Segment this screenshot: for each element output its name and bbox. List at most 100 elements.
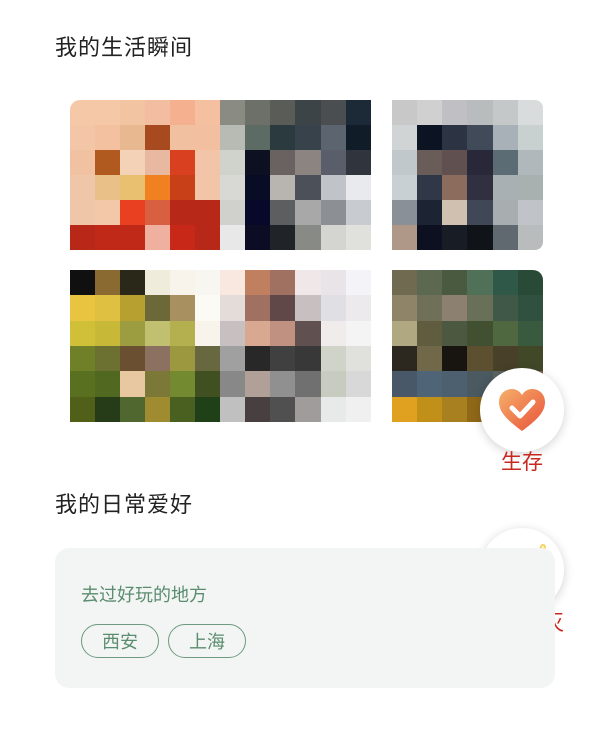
pixel-cell	[195, 175, 220, 200]
pixel-cell	[345, 320, 371, 346]
pixel-cell	[120, 225, 145, 250]
pixel-cell	[345, 100, 371, 125]
pixel-cell	[270, 396, 296, 422]
pixel-cell	[442, 371, 468, 397]
pixel-cell	[95, 270, 120, 296]
pixel-cell	[417, 396, 443, 422]
pixel-cell	[442, 396, 468, 422]
pixel-cell	[467, 320, 493, 346]
pixel-cell	[417, 200, 443, 225]
pixel-cell	[270, 320, 296, 346]
pixel-cell	[120, 320, 145, 346]
pixel-cell	[492, 345, 518, 372]
pixel-cell	[392, 345, 418, 372]
pixel-cell	[120, 371, 145, 397]
pixel-cell	[442, 100, 468, 125]
pixel-cell	[345, 150, 371, 175]
pixel-cell	[270, 371, 296, 397]
pixel-cell	[170, 150, 195, 175]
pixel-cell	[295, 371, 321, 397]
pixel-cell	[70, 345, 95, 372]
photo-1[interactable]	[70, 100, 220, 250]
pixel-cell	[145, 295, 170, 321]
pixel-cell	[95, 371, 120, 397]
pixel-cell	[295, 100, 321, 125]
pixel-cell	[517, 295, 543, 321]
pixel-cell	[417, 150, 443, 175]
pixel-cell	[517, 320, 543, 346]
pixel-cell	[392, 150, 418, 175]
pixel-cell	[145, 345, 170, 372]
pixel-cell	[195, 150, 220, 175]
pixel-cell	[517, 100, 543, 125]
pixel-cell	[195, 295, 220, 321]
pixel-cell	[245, 200, 271, 225]
pixel-cell	[245, 225, 271, 250]
pixel-cell	[245, 396, 271, 422]
pixel-cell	[220, 320, 246, 346]
pixel-cell	[320, 295, 346, 321]
photo-5[interactable]	[220, 270, 371, 422]
pixel-cell	[195, 396, 220, 422]
pixel-cell	[345, 371, 371, 397]
photo-4[interactable]	[70, 270, 220, 422]
pixel-cell	[195, 100, 220, 125]
pixel-cell	[492, 320, 518, 346]
pixel-cell	[442, 345, 468, 372]
pixel-cell	[220, 295, 246, 321]
pixel-cell	[95, 396, 120, 422]
pixel-cell	[417, 100, 443, 125]
pixel-cell	[145, 125, 170, 150]
photo-3[interactable]	[392, 100, 543, 250]
place-tag-shanghai[interactable]: 上海	[168, 624, 246, 658]
pixel-cell	[95, 345, 120, 372]
pixel-cell	[120, 270, 145, 296]
pixel-cell	[145, 100, 170, 125]
pixel-cell	[145, 225, 170, 250]
pixel-cell	[417, 295, 443, 321]
pixel-cell	[295, 270, 321, 296]
pixel-cell	[70, 396, 95, 422]
pixel-cell	[392, 396, 418, 422]
place-tag-xian[interactable]: 西安	[81, 624, 159, 658]
pixel-cell	[392, 371, 418, 397]
pixel-cell	[417, 175, 443, 200]
pixel-cell	[442, 150, 468, 175]
pixel-cell	[467, 295, 493, 321]
pixel-cell	[245, 320, 271, 346]
pixel-cell	[95, 100, 120, 125]
pixel-cell	[170, 371, 195, 397]
photo-2[interactable]	[220, 100, 371, 250]
pixel-cell	[245, 150, 271, 175]
pixel-cell	[417, 225, 443, 250]
pixel-cell	[270, 150, 296, 175]
pixel-cell	[70, 320, 95, 346]
daily-hobbies-title: 我的日常爱好	[55, 493, 194, 518]
pixel-cell	[220, 125, 246, 150]
pixel-cell	[517, 270, 543, 296]
pixel-cell	[442, 320, 468, 346]
pixel-cell	[517, 200, 543, 225]
pixel-cell	[170, 345, 195, 372]
pixel-cell	[492, 150, 518, 175]
pixel-cell	[120, 175, 145, 200]
pixel-cell	[220, 371, 246, 397]
pixel-cell	[295, 125, 321, 150]
pixel-cell	[220, 225, 246, 250]
pixel-cell	[295, 150, 321, 175]
pixel-cell	[492, 125, 518, 150]
pixel-cell	[345, 200, 371, 225]
pixel-cell	[245, 175, 271, 200]
pixel-cell	[245, 371, 271, 397]
pixel-cell	[345, 175, 371, 200]
pixel-cell	[442, 200, 468, 225]
survive-button[interactable]	[480, 368, 564, 452]
pixel-cell	[442, 175, 468, 200]
pixel-cell	[70, 125, 95, 150]
pixel-cell	[145, 175, 170, 200]
pixel-cell	[492, 295, 518, 321]
pixel-cell	[170, 320, 195, 346]
pixel-cell	[492, 270, 518, 296]
pixel-cell	[270, 100, 296, 125]
pixel-cell	[95, 225, 120, 250]
